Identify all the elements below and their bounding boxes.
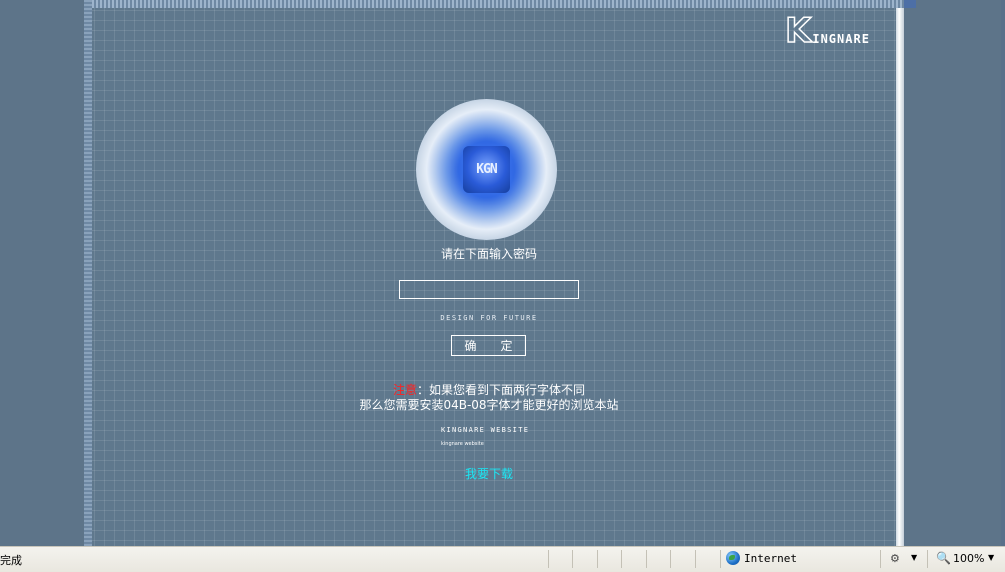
status-divider: [927, 550, 928, 568]
security-zone[interactable]: Internet: [726, 551, 797, 565]
protected-mode-icon[interactable]: ⚙: [890, 552, 900, 565]
chevron-down-icon[interactable]: ▼: [911, 553, 917, 562]
confirm-button[interactable]: 确 定: [451, 335, 526, 356]
chevron-down-icon[interactable]: ▼: [988, 553, 994, 562]
status-divider: [670, 550, 671, 568]
notice-line-2: 那么您需要安装04B-08字体才能更好的浏览本站: [359, 398, 619, 412]
frame-corner: [904, 0, 916, 8]
status-bar: 完成 Internet ⚙ ▼ 🔍 100% ▼: [0, 546, 1005, 572]
zoom-level: 100%: [952, 551, 985, 565]
notice-text: ：如果您看到下面两行字体不同: [417, 383, 586, 397]
zoom-control[interactable]: 🔍 100%: [936, 551, 984, 565]
status-divider: [572, 550, 573, 568]
emblem-icon: KGN: [463, 146, 510, 193]
download-link[interactable]: 我要下载: [0, 465, 978, 482]
window-edge: [1001, 0, 1005, 546]
tagline: DESIGN FOR FUTURE: [440, 314, 538, 322]
password-input[interactable]: [399, 280, 579, 299]
status-divider: [880, 550, 881, 568]
logo-initial: K: [784, 11, 812, 51]
kingnare-logo: K INGNARE: [784, 11, 870, 51]
status-divider: [621, 550, 622, 568]
emblem-text: KGN: [476, 162, 498, 177]
frame-top-border: [84, 0, 916, 8]
status-divider: [646, 550, 647, 568]
zone-label: Internet: [744, 551, 797, 565]
notice-label: 注意: [392, 383, 417, 397]
status-divider: [597, 550, 598, 568]
status-divider: [548, 550, 549, 568]
font-sample-pixel: KINGNARE WEBSITE: [441, 426, 530, 434]
status-divider: [695, 550, 696, 568]
font-sample-small: kingnare website: [441, 441, 484, 447]
globe-icon: [726, 551, 740, 565]
logo-text: INGNARE: [812, 32, 870, 46]
password-prompt: 请在下面输入密码: [440, 247, 537, 261]
status-divider: [720, 550, 721, 568]
magnifier-icon: 🔍: [936, 551, 951, 565]
status-text: 完成: [0, 554, 22, 567]
